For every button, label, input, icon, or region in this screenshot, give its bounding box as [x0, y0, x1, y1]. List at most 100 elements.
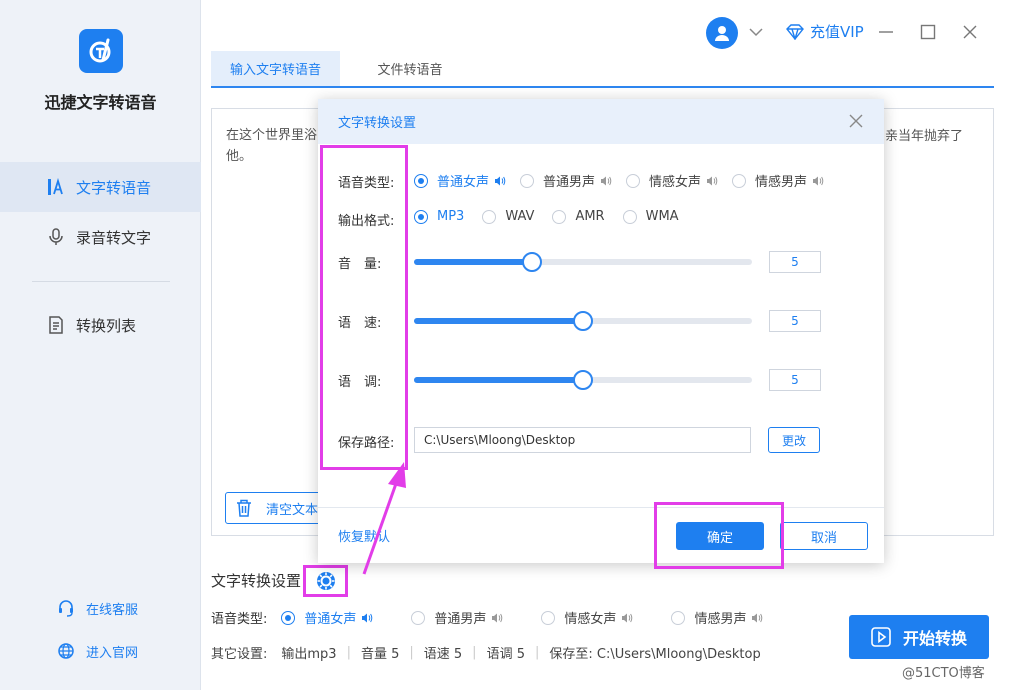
separator: | [346, 645, 351, 660]
speaker-icon[interactable] [621, 612, 633, 624]
online-support-link[interactable]: 在线客服 [56, 598, 138, 618]
speaker-icon[interactable] [491, 612, 503, 624]
speed-value[interactable]: 5 [769, 310, 821, 332]
watermark: @51CTO博客 [902, 666, 985, 681]
other-setting-item: 音量 5 [360, 647, 400, 662]
tab-file-convert[interactable]: 文件转语音 [346, 51, 474, 86]
change-path-button[interactable]: 更改 [768, 427, 820, 453]
other-setting-item: 语调 5 [486, 647, 525, 662]
other-setting-item: 输出mp3 [281, 647, 337, 662]
speed-slider[interactable] [414, 311, 752, 331]
recharge-vip-button[interactable]: 充值VIP [786, 21, 864, 42]
sidebar-item-text-to-speech[interactable]: 文字转语音 [0, 162, 201, 212]
confirm-button[interactable]: 确定 [676, 522, 764, 550]
cancel-button[interactable]: 取消 [780, 522, 868, 550]
radio-label: 普通女声 [437, 175, 490, 190]
volume-value[interactable]: 5 [769, 251, 821, 273]
radio-label: AMR [575, 209, 605, 224]
voice-option-male[interactable]: 普通男声 [520, 171, 612, 190]
radio-label: 普通男声 [543, 175, 596, 190]
radio-label: 情感男声 [755, 175, 808, 190]
close-window-button[interactable] [960, 22, 980, 42]
format-option-wav[interactable]: WAV [482, 209, 534, 224]
microphone-icon [46, 227, 66, 247]
pitch-slider[interactable] [414, 370, 752, 390]
sidebar-item-label: 录音转文字 [76, 228, 152, 247]
radio-dot [520, 173, 535, 188]
clear-text-label: 清空文本 [266, 502, 319, 518]
user-avatar[interactable] [706, 17, 738, 49]
voice-option-emotional-male[interactable]: 情感男声 [732, 171, 824, 190]
radio-dot [482, 209, 497, 224]
bottom-voice-option[interactable]: 普通男声 [411, 608, 503, 627]
save-path-input[interactable]: C:\Users\Mloong\Desktop [414, 427, 751, 453]
pitch-value[interactable]: 5 [769, 369, 821, 391]
radio-label: 普通女声 [304, 612, 357, 627]
radio-dot [414, 173, 428, 188]
bottom-voice-option[interactable]: 普通女声 [281, 608, 373, 627]
speaker-icon[interactable] [812, 175, 824, 187]
speaker-icon[interactable] [600, 175, 612, 187]
volume-slider[interactable] [414, 252, 752, 272]
start-convert-label: 开始转换 [902, 629, 967, 648]
separator: | [409, 645, 414, 660]
sidebar-item-label: 文字转语音 [76, 178, 152, 197]
format-option-mp3[interactable]: MP3 [414, 209, 464, 224]
speed-label: 语 速: [338, 316, 382, 331]
radio-dot [626, 173, 641, 188]
start-convert-button[interactable]: 开始转换 [849, 615, 989, 659]
other-settings-label: 其它设置: [211, 647, 268, 662]
dialog-header: 文字转换设置 [318, 99, 884, 144]
speaker-icon[interactable] [706, 175, 718, 187]
vip-label: 充值VIP [810, 23, 864, 41]
voice-type-label: 语音类型: [338, 176, 395, 191]
volume-slider-handle[interactable] [522, 252, 543, 272]
sidebar-item-speech-to-text[interactable]: 录音转文字 [0, 212, 201, 262]
restore-default-link[interactable]: 恢复默认 [338, 526, 390, 545]
convert-settings-dialog: 文字转换设置 语音类型: 普通女声 普通男声 情感女声 情感男声 输出格式: M… [318, 99, 884, 563]
app-name: 迅捷文字转语音 [44, 93, 157, 112]
online-support-label: 在线客服 [86, 602, 139, 618]
radio-dot [552, 209, 567, 224]
maximize-button[interactable] [918, 22, 938, 42]
bottom-voice-option[interactable]: 情感女声 [541, 608, 633, 627]
other-setting-item: 保存至: C:\Users\Mloong\Desktop [549, 647, 761, 662]
radio-label: 情感女声 [564, 612, 617, 627]
format-option-wma[interactable]: WMA [622, 209, 679, 224]
voice-option-emotional-female[interactable]: 情感女声 [626, 171, 718, 190]
radio-dot [732, 173, 747, 188]
sidebar: 迅捷文字转语音 文字转语音 录音转文字 转换列表 在线客服 进入官网 [0, 0, 201, 690]
format-option-amr[interactable]: AMR [552, 209, 605, 224]
volume-label: 音 量: [338, 257, 382, 272]
settings-gear-button[interactable] [303, 565, 348, 597]
official-site-link[interactable]: 进入官网 [56, 641, 138, 661]
radio-dot [671, 610, 686, 625]
clear-text-button[interactable]: 清空文本 [225, 492, 325, 524]
chevron-down-icon[interactable] [748, 24, 764, 44]
separator: | [472, 645, 477, 660]
tab-text-input[interactable]: 输入文字转语音 [211, 51, 340, 86]
bottom-other-settings: 其它设置: 输出mp3 | 音量 5 | 语速 5 | 语调 5 | 保存至: … [211, 643, 761, 662]
bottom-voice-option[interactable]: 情感男声 [671, 608, 763, 627]
save-path-label: 保存路径: [338, 436, 395, 451]
speaker-icon[interactable] [751, 612, 763, 624]
bottom-voice-row: 语音类型: 普通女声 普通男声 情感女声 情感男声 [211, 608, 763, 627]
minimize-icon [879, 31, 893, 33]
other-setting-item: 语速 5 [423, 647, 463, 662]
speaker-icon[interactable] [361, 612, 373, 624]
radio-dot [281, 610, 296, 625]
editor-text-line: 在这个世界里浴 [226, 128, 318, 143]
dialog-close-icon[interactable] [848, 113, 864, 129]
sidebar-divider [32, 281, 170, 282]
radio-dot [411, 610, 426, 625]
voice-option-female[interactable]: 普通女声 [414, 171, 506, 190]
sidebar-item-convert-list[interactable]: 转换列表 [0, 300, 201, 350]
pitch-slider-handle[interactable] [573, 370, 593, 390]
speed-slider-handle[interactable] [573, 311, 593, 331]
sidebar-item-label: 转换列表 [76, 316, 137, 335]
headset-icon [56, 598, 76, 618]
pitch-slider-fill [414, 377, 583, 383]
minimize-button[interactable] [876, 22, 896, 42]
maximize-icon [920, 24, 936, 40]
speaker-icon[interactable] [494, 175, 506, 187]
